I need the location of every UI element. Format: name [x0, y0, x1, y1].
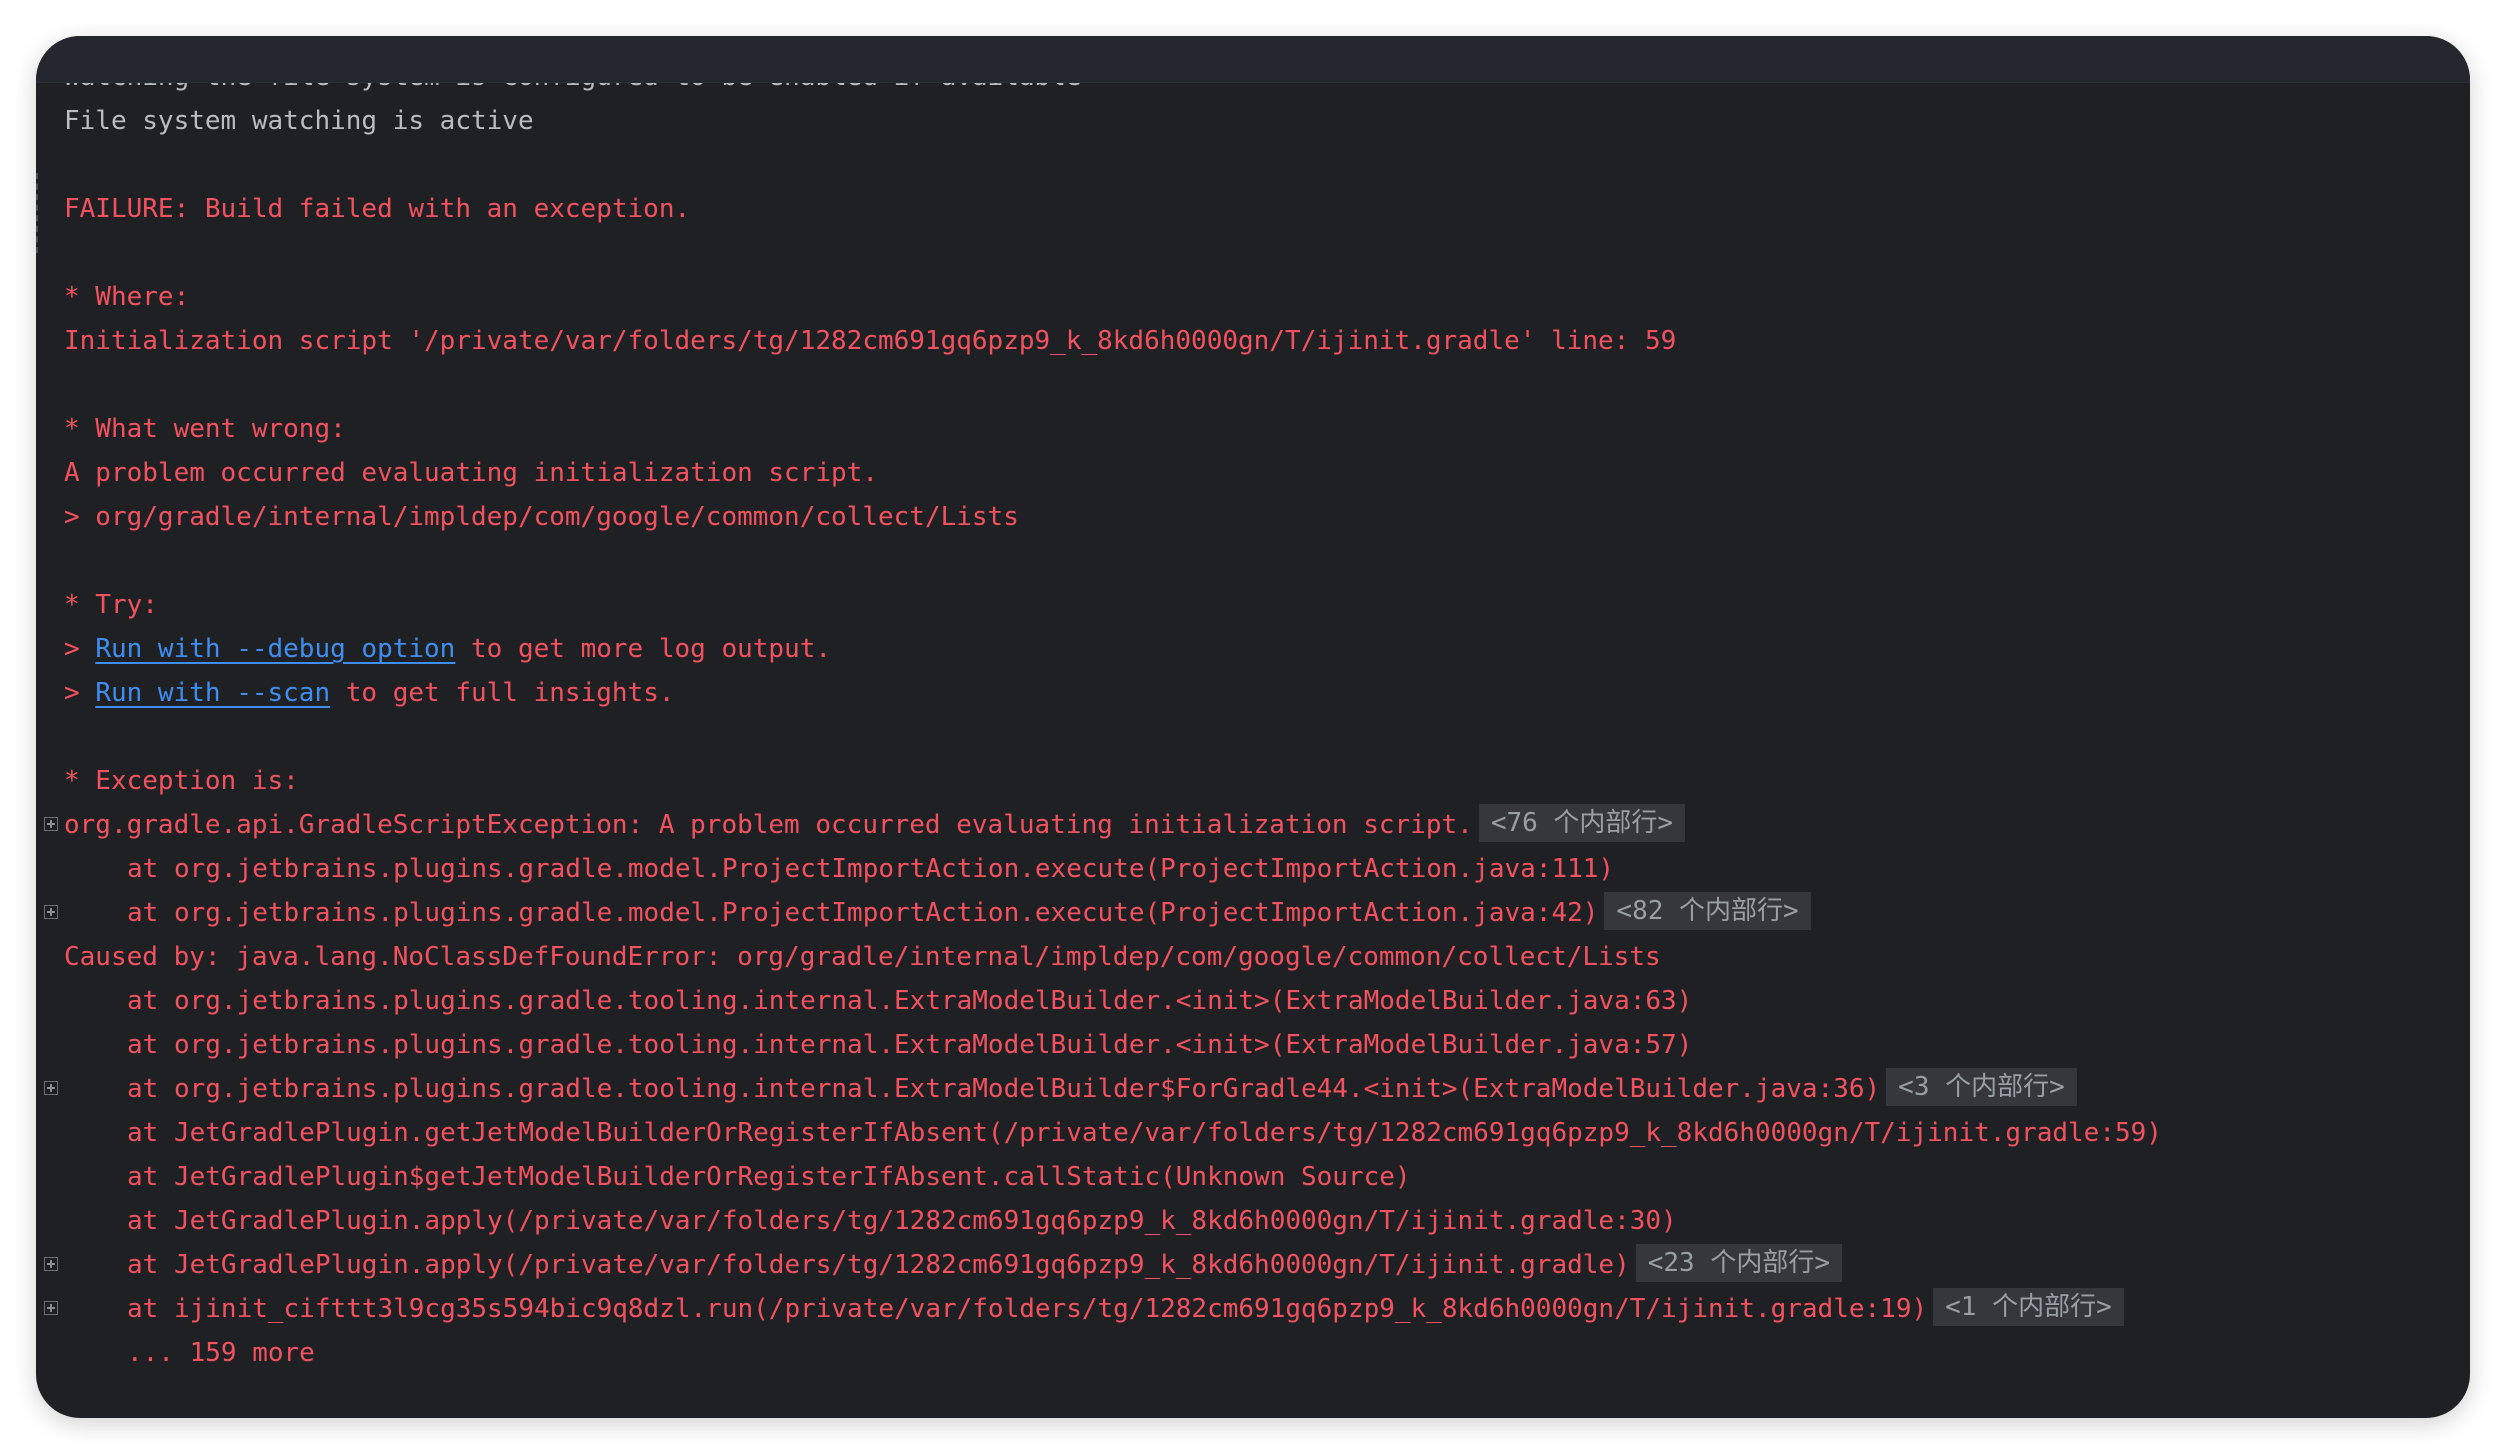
error-text: Initialization script '/private/var/fold…: [64, 326, 1677, 356]
expand-fold-icon[interactable]: [44, 1301, 58, 1315]
console-line: org.gradle.api.GradleScriptException: A …: [36, 803, 2162, 847]
build-output-console[interactable]: Watching the file system is configured t…: [36, 83, 2470, 1418]
console-line: at org.jetbrains.plugins.gradle.model.Pr…: [36, 847, 2162, 891]
expand-fold-icon[interactable]: [44, 905, 58, 919]
console-line: * Try:: [36, 583, 2162, 627]
error-text: A problem occurred evaluating initializa…: [64, 458, 878, 488]
console-lines: Watching the file system is configured t…: [36, 83, 2162, 1375]
console-line: FAILURE: Build failed with an exception.: [36, 187, 2162, 231]
console-line: at org.jetbrains.plugins.gradle.tooling.…: [36, 1023, 2162, 1067]
expand-fold-icon[interactable]: [44, 1257, 58, 1271]
error-text: at JetGradlePlugin.apply(/private/var/fo…: [127, 1206, 1677, 1236]
error-text: > org/gradle/internal/impldep/com/google…: [64, 502, 1019, 532]
error-text: org.gradle.api.GradleScriptException: A …: [64, 810, 1473, 840]
line-prefix: >: [64, 634, 96, 664]
console-line: ... 159 more: [36, 1331, 2162, 1375]
run-console-window: Watching the file system is configured t…: [36, 36, 2470, 1418]
tool-window-header: [36, 36, 2470, 83]
log-text: File system watching is active: [64, 106, 534, 136]
folded-internal-lines[interactable]: <1 个内部行>: [1933, 1288, 2124, 1326]
console-line: at JetGradlePlugin.apply(/private/var/fo…: [36, 1243, 2162, 1287]
error-text: at JetGradlePlugin.apply(/private/var/fo…: [127, 1250, 1630, 1280]
console-line: Initialization script '/private/var/fold…: [36, 319, 2162, 363]
console-line: > Run with --scan to get full insights.: [36, 671, 2162, 715]
error-text: ... 159 more: [127, 1338, 315, 1368]
error-text: at JetGradlePlugin$getJetModelBuilderOrR…: [127, 1162, 1411, 1192]
line-suffix: to get more log output.: [455, 634, 832, 664]
error-text: at org.jetbrains.plugins.gradle.tooling.…: [127, 986, 1693, 1016]
console-line: * What went wrong:: [36, 407, 2162, 451]
expand-fold-icon[interactable]: [44, 817, 58, 831]
console-line: > org/gradle/internal/impldep/com/google…: [36, 495, 2162, 539]
console-link[interactable]: Run with --debug option: [95, 634, 455, 664]
console-line: at ijinit_cifttt3l9cg35s594bic9q8dzl.run…: [36, 1287, 2162, 1331]
folded-internal-lines[interactable]: <76 个内部行>: [1478, 804, 1686, 842]
error-text: * Where:: [64, 282, 190, 312]
console-link[interactable]: Run with --scan: [95, 678, 330, 708]
console-line: at JetGradlePlugin$getJetModelBuilderOrR…: [36, 1155, 2162, 1199]
error-text: * Try:: [64, 590, 158, 620]
error-text: * What went wrong:: [64, 414, 346, 444]
console-line: Caused by: java.lang.NoClassDefFoundErro…: [36, 935, 2162, 979]
console-line: at org.jetbrains.plugins.gradle.tooling.…: [36, 979, 2162, 1023]
folded-internal-lines[interactable]: <23 个内部行>: [1635, 1244, 1842, 1282]
console-line: at org.jetbrains.plugins.gradle.model.Pr…: [36, 891, 2162, 935]
console-line: > Run with --debug option to get more lo…: [36, 627, 2162, 671]
error-text: at org.jetbrains.plugins.gradle.model.Pr…: [127, 854, 1615, 884]
folded-internal-lines[interactable]: <3 个内部行>: [1886, 1068, 2077, 1106]
console-line: at org.jetbrains.plugins.gradle.tooling.…: [36, 1067, 2162, 1111]
console-line: * Exception is:: [36, 759, 2162, 803]
log-text: Watching the file system is configured t…: [64, 83, 1081, 92]
error-text: at org.jetbrains.plugins.gradle.tooling.…: [127, 1030, 1693, 1060]
error-text: Caused by: java.lang.NoClassDefFoundErro…: [64, 942, 1661, 972]
error-text: FAILURE: Build failed with an exception.: [64, 194, 691, 224]
error-text: at ijinit_cifttt3l9cg35s594bic9q8dzl.run…: [127, 1294, 1928, 1324]
line-prefix: >: [64, 678, 96, 708]
console-line: at JetGradlePlugin.apply(/private/var/fo…: [36, 1199, 2162, 1243]
console-line: A problem occurred evaluating initializa…: [36, 451, 2162, 495]
error-text: at org.jetbrains.plugins.gradle.model.Pr…: [127, 898, 1599, 928]
console-line: File system watching is active: [36, 99, 2162, 143]
console-line: at JetGradlePlugin.getJetModelBuilderOrR…: [36, 1111, 2162, 1155]
line-suffix: to get full insights.: [330, 678, 675, 708]
console-line: Watching the file system is configured t…: [36, 83, 2162, 99]
error-text: at org.jetbrains.plugins.gradle.tooling.…: [127, 1074, 1881, 1104]
error-text: * Exception is:: [64, 766, 299, 796]
error-text: at JetGradlePlugin.getJetModelBuilderOrR…: [127, 1118, 2162, 1148]
folded-internal-lines[interactable]: <82 个内部行>: [1604, 892, 1811, 930]
expand-fold-icon[interactable]: [44, 1081, 58, 1095]
console-line: * Where:: [36, 275, 2162, 319]
